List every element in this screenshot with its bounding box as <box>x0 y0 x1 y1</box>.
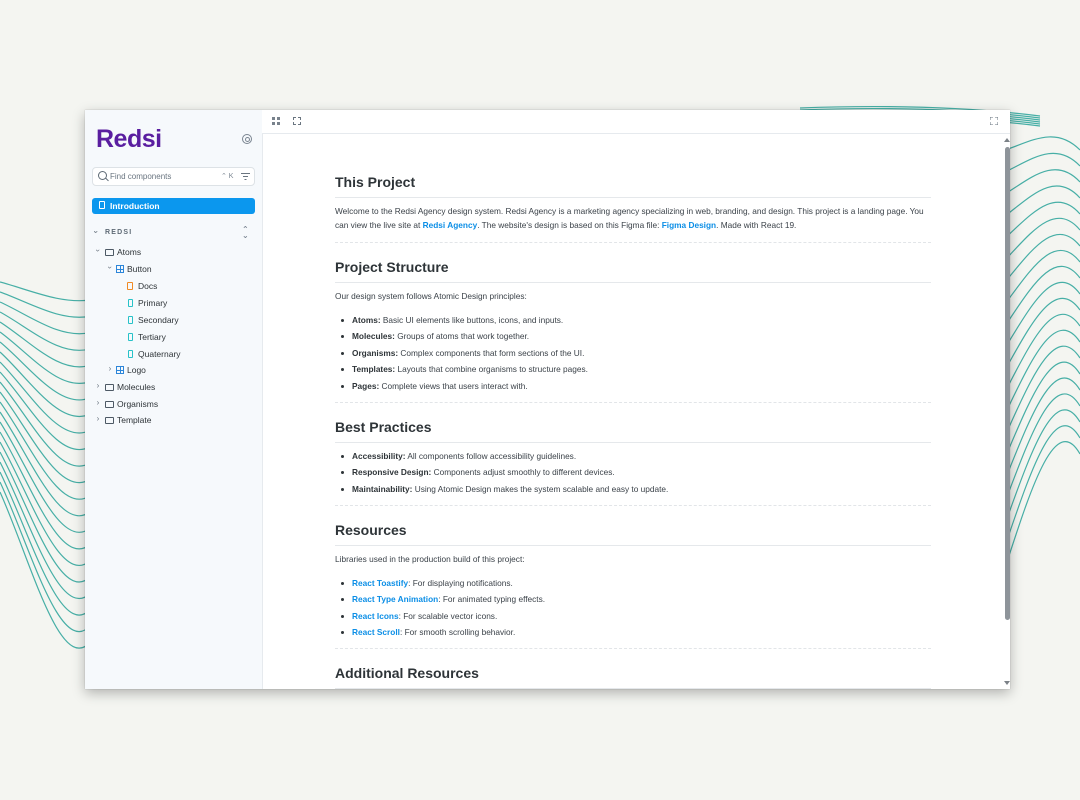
list-item: Accessibility: All components follow acc… <box>340 451 577 461</box>
section-title-best-practices: Best Practices <box>335 419 931 443</box>
chevron-down-icon: › <box>93 249 103 252</box>
sidebar-item-label: Introduction <box>110 201 160 211</box>
story-icon <box>128 333 133 341</box>
list-item: React Toastify: For displaying notificat… <box>341 578 513 588</box>
grid-icon[interactable] <box>272 117 280 125</box>
toolbar <box>262 110 1010 134</box>
sidebar-item-label: Tertiary <box>138 332 166 342</box>
search-icon <box>98 171 107 180</box>
sidebar-item-label: Docs <box>138 281 158 291</box>
list-item: Molecules: Groups of atoms that work tog… <box>340 331 530 341</box>
structure-intro: Our design system follows Atomic Design … <box>335 291 527 301</box>
scroll-down-arrow[interactable] <box>1004 681 1010 685</box>
sidebar-item-button[interactable]: › Button <box>85 262 261 276</box>
redsi-agency-link[interactable]: Redsi Agency <box>423 220 478 230</box>
sidebar-item-label: Organisms <box>117 399 159 409</box>
fullscreen-icon[interactable] <box>990 117 998 125</box>
sidebar-item-secondary[interactable]: Secondary <box>85 313 261 327</box>
react-type-animation-link[interactable]: React Type Animation <box>352 594 438 604</box>
project-description: Welcome to the Redsi Agency design syste… <box>335 206 924 230</box>
sidebar-item-label: Logo <box>127 365 146 375</box>
docs-content: This Project Welcome to the Redsi Agency… <box>263 134 1003 689</box>
section-title-project-structure: Project Structure <box>335 259 931 283</box>
section-title-this-project: This Project <box>335 174 931 198</box>
document-icon <box>99 201 105 209</box>
sidebar-item-docs[interactable]: Docs <box>85 279 261 293</box>
sidebar-item-template[interactable]: › Template <box>85 413 261 427</box>
react-icons-link[interactable]: React Icons <box>352 611 399 621</box>
chevron-right-icon: › <box>96 381 100 390</box>
chevron-down-icon: › <box>105 266 115 269</box>
divider <box>335 402 931 404</box>
folder-icon <box>105 384 114 391</box>
sidebar-item-label: Quaternary <box>138 349 181 359</box>
folder-icon <box>105 417 114 424</box>
settings-icon[interactable] <box>242 134 252 144</box>
docs-icon <box>127 282 133 290</box>
scrollbar-thumb[interactable] <box>1005 147 1010 620</box>
chevron-right-icon: › <box>96 398 100 407</box>
sidebar-item-quaternary[interactable]: Quaternary <box>85 347 261 361</box>
divider <box>335 242 931 244</box>
list-item: React Icons: For scalable vector icons. <box>340 611 498 621</box>
list-item: Atoms: Basic UI elements like buttons, i… <box>340 315 564 325</box>
list-item: Templates: Layouts that combine organism… <box>341 364 588 374</box>
section-title-resources: Resources <box>335 522 931 546</box>
sidebar: Redsi ⌃ K Introduction › REDSI ⌃⌄ › Atom <box>85 110 263 689</box>
react-toastify-link[interactable]: React Toastify <box>352 578 408 588</box>
section-header-redsi[interactable]: › REDSI ⌃ ⌄ <box>91 226 255 240</box>
story-icon <box>128 350 133 358</box>
chevron-down-icon: › <box>91 230 101 235</box>
folder-icon <box>105 401 114 408</box>
list-item: Organisms: Complex components that form … <box>340 348 585 358</box>
logo[interactable]: Redsi <box>96 125 162 154</box>
search-input[interactable] <box>110 170 210 183</box>
outline-icon[interactable] <box>293 117 301 125</box>
sidebar-item-tertiary[interactable]: Tertiary <box>85 330 261 344</box>
sidebar-item-logo[interactable]: › Logo <box>85 363 261 377</box>
sidebar-item-organisms[interactable]: › Organisms <box>85 397 261 411</box>
sidebar-item-label: Button <box>127 264 152 274</box>
list-item: React Scroll: For smooth scrolling behav… <box>340 627 516 637</box>
list-item: React Type Animation: For animated typin… <box>340 594 546 604</box>
list-item: Pages: Complete views that users interac… <box>341 381 528 391</box>
list-item: Responsive Design: Components adjust smo… <box>341 467 615 477</box>
search-box[interactable]: ⌃ K <box>92 167 255 186</box>
resources-intro: Libraries used in the production build o… <box>335 554 525 564</box>
story-icon <box>128 299 133 307</box>
sidebar-item-label: Atoms <box>117 247 142 257</box>
sidebar-item-primary[interactable]: Primary <box>85 296 261 310</box>
component-icon <box>116 265 124 273</box>
component-icon <box>116 366 124 374</box>
scroll-up-arrow[interactable] <box>1004 138 1010 142</box>
figma-design-link[interactable]: Figma Design <box>662 220 716 230</box>
section-title-additional-resources: Additional Resources <box>335 665 931 689</box>
chevron-right-icon: › <box>108 364 112 373</box>
sidebar-item-molecules[interactable]: › Molecules <box>85 380 261 394</box>
sidebar-item-atoms[interactable]: › Atoms <box>85 245 261 259</box>
sidebar-item-introduction[interactable]: Introduction <box>92 198 255 214</box>
sidebar-item-label: Template <box>117 415 152 425</box>
filter-icon[interactable] <box>241 173 250 180</box>
sidebar-item-label: Primary <box>138 298 168 308</box>
section-label: REDSI <box>105 229 133 236</box>
divider <box>335 505 931 507</box>
react-scroll-link[interactable]: React Scroll <box>352 627 400 637</box>
folder-icon <box>105 249 114 256</box>
sidebar-item-label: Secondary <box>138 315 179 325</box>
shortcut-hint: ⌃ K <box>221 173 234 180</box>
divider <box>335 648 931 650</box>
story-icon <box>128 316 133 324</box>
chevron-right-icon: › <box>96 414 100 423</box>
sidebar-item-label: Molecules <box>117 382 156 392</box>
storybook-window: Redsi ⌃ K Introduction › REDSI ⌃⌄ › Atom <box>85 110 1010 689</box>
list-item: Maintainability: Using Atomic Design mak… <box>340 484 669 494</box>
expand-collapse-icon[interactable]: ⌃ ⌄ <box>242 226 250 240</box>
